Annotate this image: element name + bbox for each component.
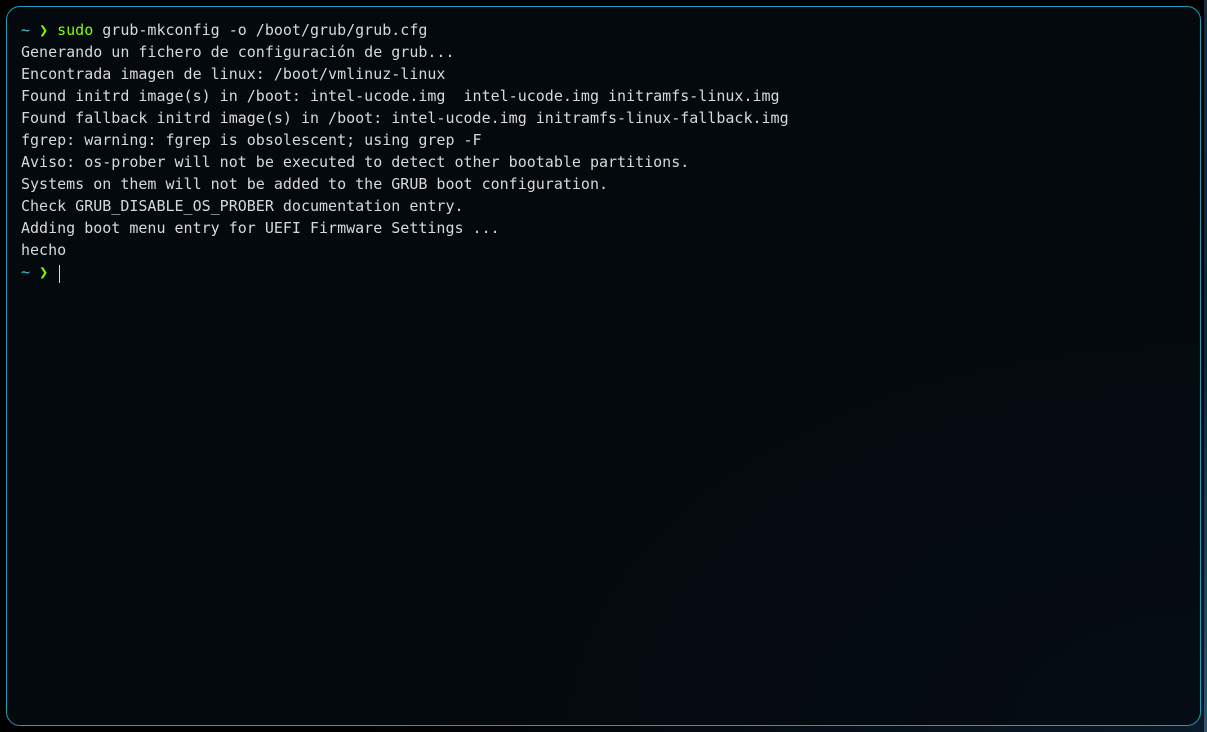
output-line: Found fallback initrd image(s) in /boot:… <box>21 107 1186 129</box>
output-line: Aviso: os-prober will not be executed to… <box>21 151 1186 173</box>
command-sudo: sudo <box>57 21 93 39</box>
output-line: Check GRUB_DISABLE_OS_PROBER documentati… <box>21 195 1186 217</box>
output-line: Systems on them will not be added to the… <box>21 173 1186 195</box>
command-line-2[interactable]: ~ ❯ <box>21 261 1186 283</box>
prompt-tilde: ~ <box>21 21 30 39</box>
output-line: Found initrd image(s) in /boot: intel-uc… <box>21 85 1186 107</box>
prompt-tilde: ~ <box>21 263 30 281</box>
command-rest: grub-mkconfig -o /boot/grub/grub.cfg <box>93 21 427 39</box>
output-line: fgrep: warning: fgrep is obsolescent; us… <box>21 129 1186 151</box>
terminal-cursor <box>59 265 60 283</box>
output-line: Adding boot menu entry for UEFI Firmware… <box>21 217 1186 239</box>
prompt-arrow-icon: ❯ <box>39 21 48 39</box>
output-line: Generando un fichero de configuración de… <box>21 41 1186 63</box>
output-line: Encontrada imagen de linux: /boot/vmlinu… <box>21 63 1186 85</box>
prompt-arrow-icon: ❯ <box>39 263 48 281</box>
output-line: hecho <box>21 239 1186 261</box>
command-line-1: ~ ❯ sudo grub-mkconfig -o /boot/grub/gru… <box>21 19 1186 41</box>
terminal-window[interactable]: ~ ❯ sudo grub-mkconfig -o /boot/grub/gru… <box>6 6 1201 726</box>
